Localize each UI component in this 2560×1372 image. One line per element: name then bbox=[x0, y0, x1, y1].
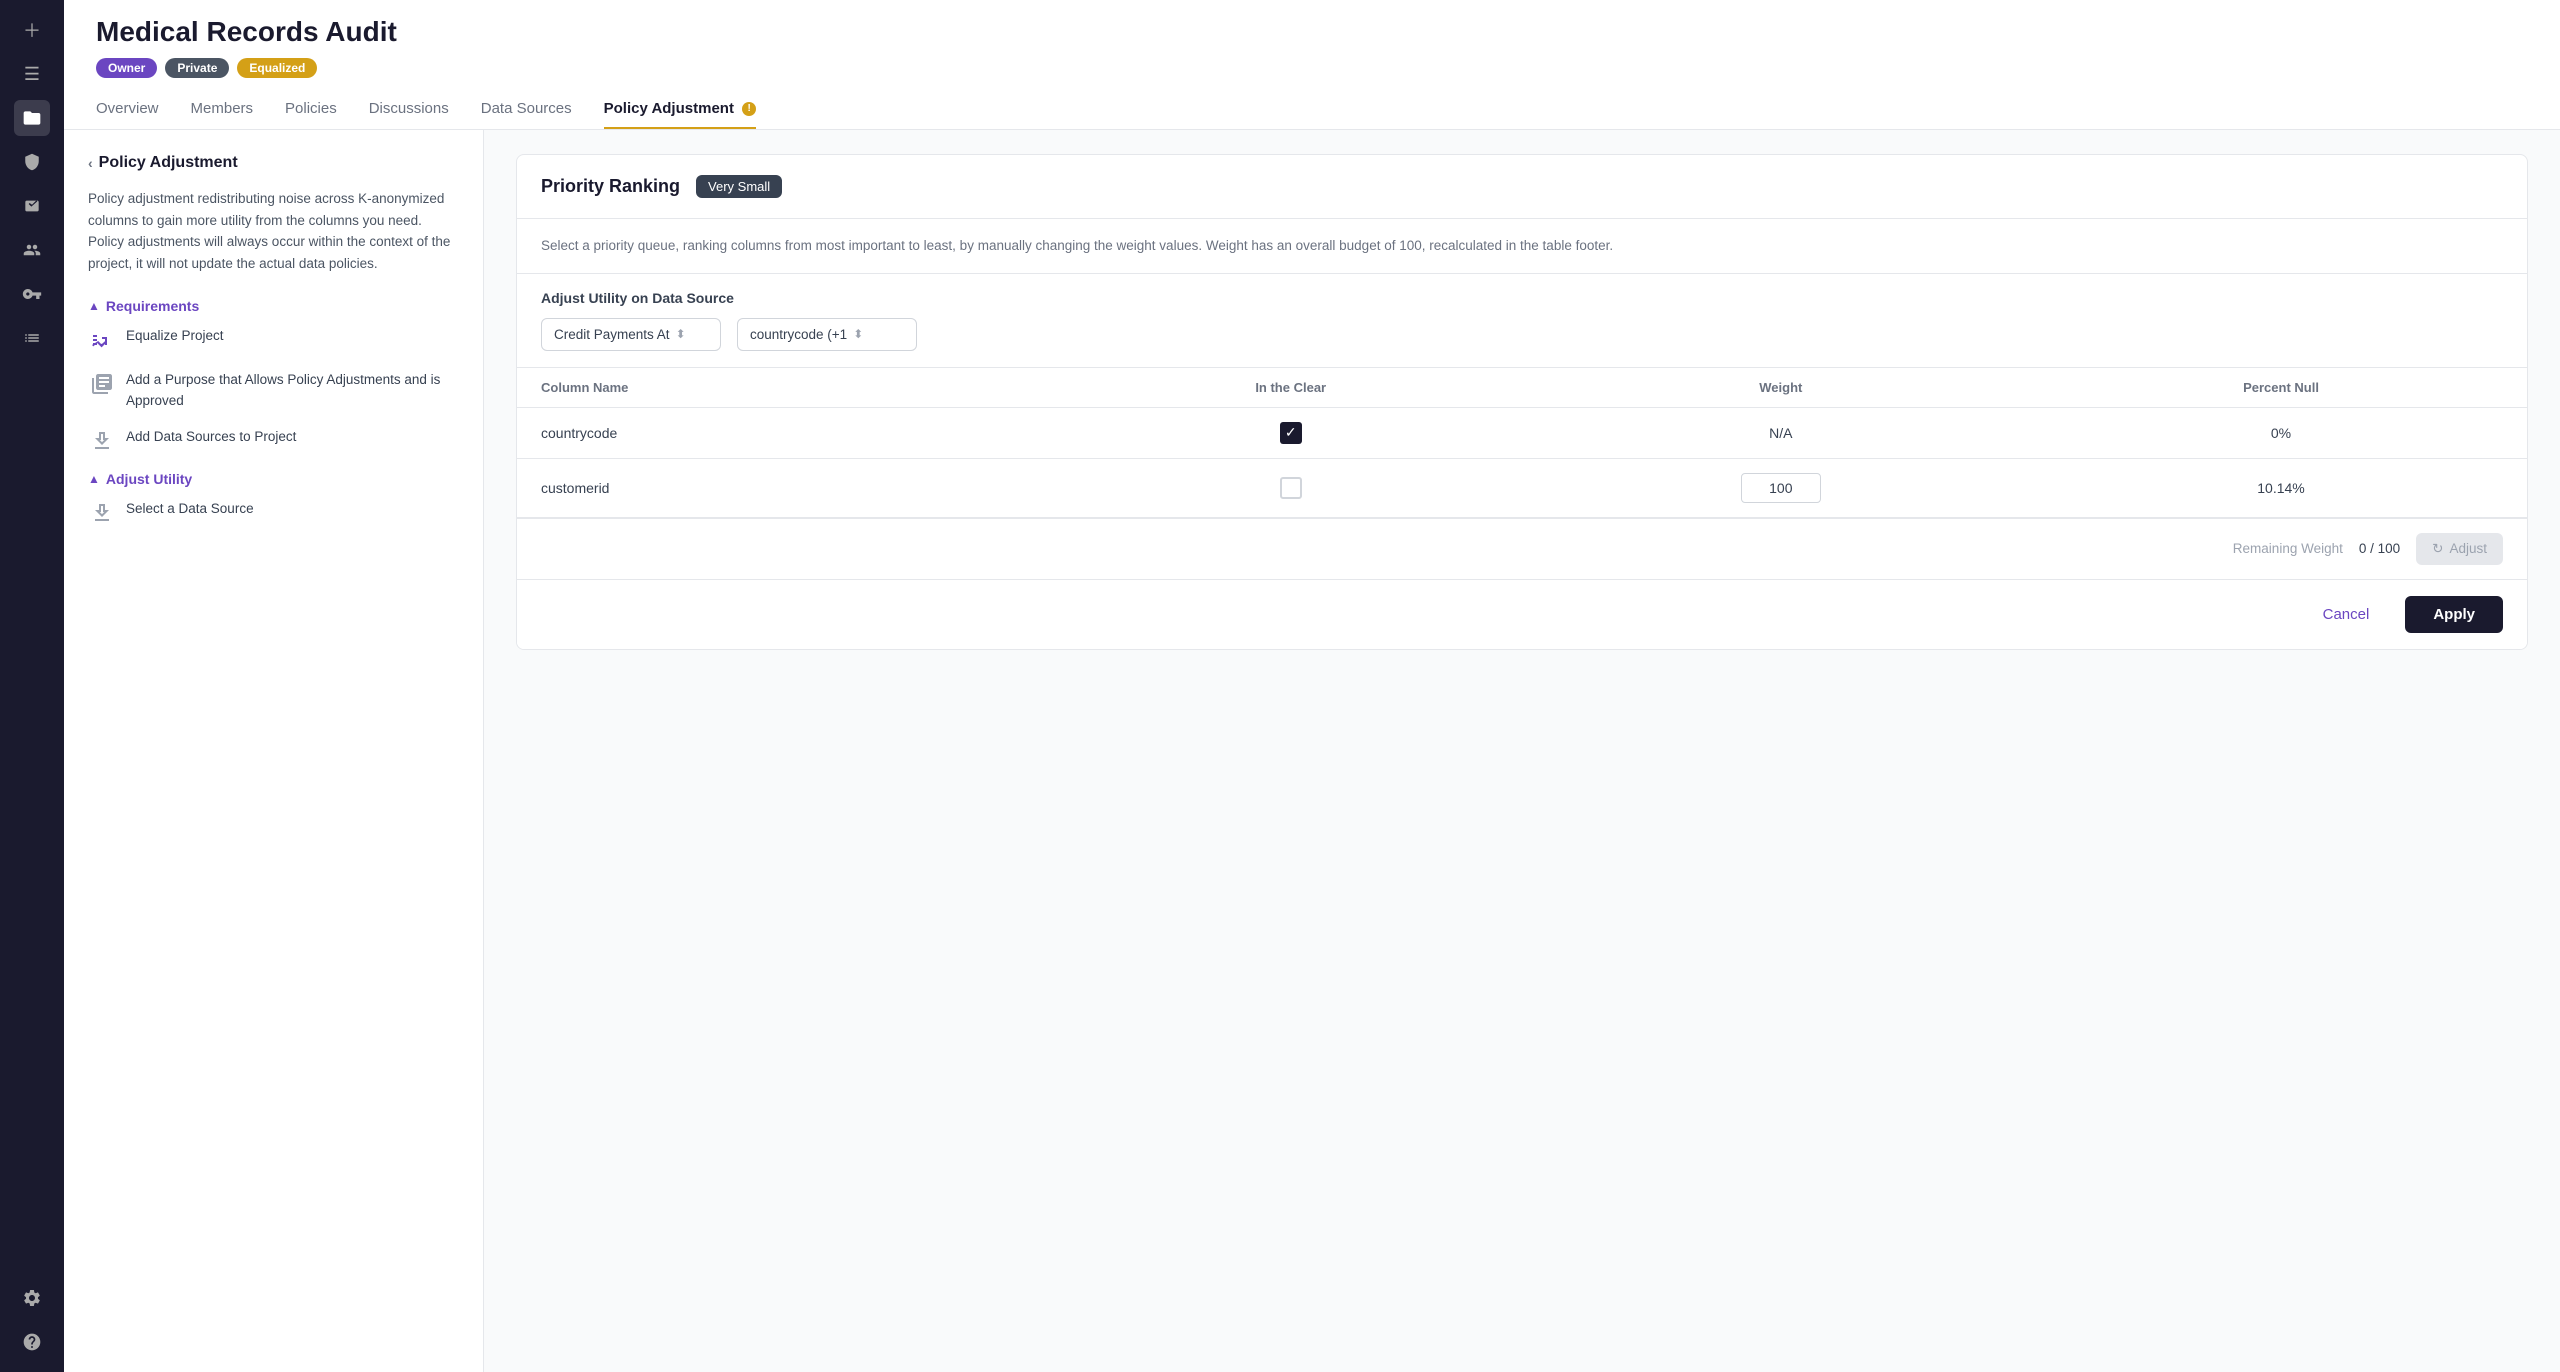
ds-label: Adjust Utility on Data Source bbox=[541, 290, 2503, 306]
body-split: ‹ Policy Adjustment Policy adjustment re… bbox=[64, 130, 2560, 1372]
panel-description: Policy adjustment redistributing noise a… bbox=[88, 188, 459, 274]
terminal-icon[interactable] bbox=[14, 188, 50, 224]
tag-equalized: Equalized bbox=[237, 58, 317, 78]
data-sources-icon bbox=[88, 427, 116, 455]
sidebar: ＋ ☰ bbox=[0, 0, 64, 1372]
back-button[interactable]: ‹ Policy Adjustment bbox=[88, 154, 459, 172]
tag-owner: Owner bbox=[96, 58, 157, 78]
cell-weight-2 bbox=[1527, 458, 2035, 517]
table-section: Column Name In the Clear Weight Percent … bbox=[517, 368, 2527, 579]
card-title: Priority Ranking bbox=[541, 176, 680, 197]
req-add-data-sources[interactable]: Add Data Sources to Project bbox=[88, 427, 459, 455]
tab-overview[interactable]: Overview bbox=[96, 90, 159, 129]
table-row: customerid 10.14% bbox=[517, 458, 2527, 517]
add-icon[interactable]: ＋ bbox=[14, 12, 50, 48]
ds-selector-1-arrows: ⬍ bbox=[676, 327, 686, 341]
adjust-utility-section-header[interactable]: ▲ Adjust Utility bbox=[88, 471, 459, 487]
equalize-icon bbox=[88, 326, 116, 354]
ds-selector-1[interactable]: Credit Payments At ⬍ bbox=[541, 318, 721, 351]
ds-selector-2[interactable]: countrycode (+1 ⬍ bbox=[737, 318, 917, 351]
nav-tabs: Overview Members Policies Discussions Da… bbox=[96, 90, 2528, 129]
tab-members[interactable]: Members bbox=[191, 90, 254, 129]
apply-button[interactable]: Apply bbox=[2405, 596, 2503, 633]
priority-badge: Very Small bbox=[696, 175, 782, 198]
req-equalize-project[interactable]: Equalize Project bbox=[88, 326, 459, 354]
key-icon[interactable] bbox=[14, 276, 50, 312]
help-icon[interactable] bbox=[14, 1324, 50, 1360]
users-icon[interactable] bbox=[14, 232, 50, 268]
layers-icon[interactable]: ☰ bbox=[14, 56, 50, 92]
checkbox-unchecked-2[interactable] bbox=[1280, 477, 1302, 499]
table-footer: Remaining Weight 0 / 100 ↻ Adjust bbox=[517, 518, 2527, 579]
action-bar: Cancel Apply bbox=[517, 579, 2527, 649]
weight-input-2[interactable] bbox=[1741, 473, 1821, 503]
list-icon[interactable] bbox=[14, 320, 50, 356]
select-ds-icon bbox=[88, 499, 116, 527]
purpose-icon bbox=[88, 370, 116, 398]
data-table: Column Name In the Clear Weight Percent … bbox=[517, 368, 2527, 518]
req-select-ds-text: Select a Data Source bbox=[126, 499, 254, 519]
tab-data-sources[interactable]: Data Sources bbox=[481, 90, 572, 129]
table-row: countrycode ✓ N/A 0% bbox=[517, 407, 2527, 458]
cancel-button[interactable]: Cancel bbox=[2299, 596, 2394, 633]
left-panel: ‹ Policy Adjustment Policy adjustment re… bbox=[64, 130, 484, 1372]
cell-percent-null-1: 0% bbox=[2035, 407, 2527, 458]
ds-selector-2-arrows: ⬍ bbox=[853, 327, 863, 341]
refresh-icon: ↻ bbox=[2432, 541, 2443, 557]
tag-private: Private bbox=[165, 58, 229, 78]
cell-in-clear-2 bbox=[1055, 458, 1527, 517]
col-percent-null: Percent Null bbox=[2035, 368, 2527, 408]
tab-policy-adjustment[interactable]: Policy Adjustment ! bbox=[604, 90, 756, 129]
main-area: Medical Records Audit Owner Private Equa… bbox=[64, 0, 2560, 1372]
project-title: Medical Records Audit bbox=[96, 16, 2528, 48]
cell-in-clear-1: ✓ bbox=[1055, 407, 1527, 458]
tab-policies[interactable]: Policies bbox=[285, 90, 337, 129]
req-data-sources-text: Add Data Sources to Project bbox=[126, 427, 296, 447]
card-description: Select a priority queue, ranking columns… bbox=[517, 219, 2527, 274]
policy-adjustment-dot: ! bbox=[742, 102, 756, 116]
col-in-the-clear: In the Clear bbox=[1055, 368, 1527, 408]
chevron-left-icon: ‹ bbox=[88, 155, 93, 171]
col-column-name: Column Name bbox=[517, 368, 1055, 408]
card-header: Priority Ranking Very Small bbox=[517, 155, 2527, 219]
cell-percent-null-2: 10.14% bbox=[2035, 458, 2527, 517]
req-purpose-text: Add a Purpose that Allows Policy Adjustm… bbox=[126, 370, 459, 411]
checkbox-checked-1[interactable]: ✓ bbox=[1280, 422, 1302, 444]
req-select-data-source[interactable]: Select a Data Source bbox=[88, 499, 459, 527]
top-header: Medical Records Audit Owner Private Equa… bbox=[64, 0, 2560, 130]
requirements-section-header[interactable]: ▲ Requirements bbox=[88, 298, 459, 314]
req-equalize-text: Equalize Project bbox=[126, 326, 224, 346]
shield-icon[interactable] bbox=[14, 144, 50, 180]
remaining-label: Remaining Weight bbox=[2233, 541, 2343, 556]
remaining-value: 0 / 100 bbox=[2359, 541, 2400, 556]
settings-icon[interactable] bbox=[14, 1280, 50, 1316]
chevron-up-icon-2: ▲ bbox=[88, 472, 100, 486]
chevron-up-icon: ▲ bbox=[88, 299, 100, 313]
ds-section: Adjust Utility on Data Source Credit Pay… bbox=[517, 274, 2527, 368]
priority-ranking-card: Priority Ranking Very Small Select a pri… bbox=[516, 154, 2528, 650]
cell-column-name-2: customerid bbox=[517, 458, 1055, 517]
adjust-button[interactable]: ↻ Adjust bbox=[2416, 533, 2503, 565]
right-panel: Priority Ranking Very Small Select a pri… bbox=[484, 130, 2560, 1372]
col-weight: Weight bbox=[1527, 368, 2035, 408]
cell-column-name-1: countrycode bbox=[517, 407, 1055, 458]
folder-icon[interactable] bbox=[14, 100, 50, 136]
project-tags: Owner Private Equalized bbox=[96, 58, 2528, 78]
ds-selectors: Credit Payments At ⬍ countrycode (+1 ⬍ bbox=[541, 318, 2503, 351]
tab-discussions[interactable]: Discussions bbox=[369, 90, 449, 129]
cell-weight-1: N/A bbox=[1527, 407, 2035, 458]
req-add-purpose[interactable]: Add a Purpose that Allows Policy Adjustm… bbox=[88, 370, 459, 411]
